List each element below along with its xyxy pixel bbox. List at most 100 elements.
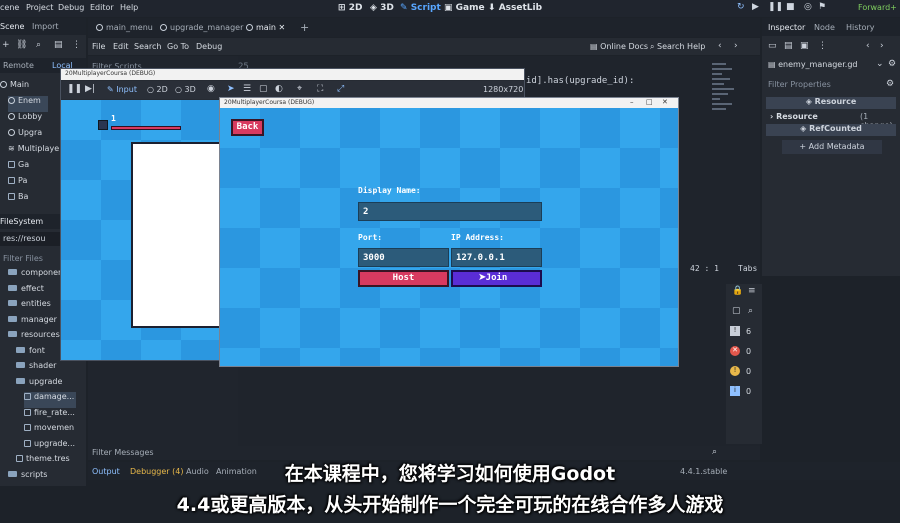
filter-files-input[interactable]: Filter Files [0, 252, 62, 266]
tab-node[interactable]: Node [814, 23, 835, 32]
filter-icon[interactable]: ▤ [54, 40, 63, 50]
lock-icon[interactable]: 🔒 [732, 286, 743, 296]
mode-game[interactable]: ▣ Game [444, 3, 485, 13]
input-button[interactable]: ✎ Input [107, 85, 137, 94]
list-icon[interactable]: ☰ [243, 84, 251, 94]
inspector-file[interactable]: ▤ enemy_manager.gd [768, 60, 857, 69]
nav-forward-icon[interactable]: › [880, 41, 884, 51]
port-input[interactable]: 3000 [358, 248, 449, 267]
filter-icon[interactable]: ⚙ [886, 79, 894, 89]
menu-debug[interactable]: Debug [58, 3, 84, 12]
speaker-icon[interactable]: ◐ [275, 84, 283, 94]
top-menu-bar: cene Project Debug Editor Help ⊞ 2D ◈ 3D… [0, 0, 900, 17]
menu-editor[interactable]: Editor [90, 3, 114, 12]
close-icon[interactable]: ✕ [279, 23, 286, 32]
zoom-icon[interactable]: ⌖ [297, 84, 302, 94]
select-icon[interactable]: ➤ [227, 84, 235, 94]
script-menu-search[interactable]: Search [134, 42, 161, 51]
remote-button[interactable]: Remote [3, 61, 34, 70]
maximize-icon[interactable]: □ [646, 98, 653, 106]
stop-icon[interactable]: ■ [786, 2, 795, 12]
resource-row[interactable]: › Resource [770, 112, 818, 121]
script-menu-bar: File Edit Search Go To Debug ▤ Online Do… [88, 38, 760, 55]
filesystem-item[interactable]: damage... [24, 392, 76, 408]
tree-item-enemy[interactable]: Enem [8, 96, 48, 112]
close-icon[interactable]: ✕ [662, 98, 668, 106]
tab-import[interactable]: Import [32, 22, 59, 31]
step-icon[interactable]: ▶| [85, 84, 95, 94]
movie-icon[interactable]: ⚑ [818, 2, 826, 12]
tab-scene[interactable]: Scene [0, 22, 24, 31]
mode-2d[interactable]: ⊞ 2D [338, 3, 362, 13]
link-icon[interactable]: ⛓ [16, 40, 27, 50]
script-menu-goto[interactable]: Go To [167, 42, 189, 51]
search-help-button[interactable]: ⌕ Search Help [650, 42, 705, 52]
minimize-icon[interactable]: – [630, 98, 634, 106]
info-icon[interactable]: i [730, 386, 740, 396]
tab-main-menu[interactable]: main_menu [96, 23, 153, 32]
menu-dots-icon[interactable]: ⋮ [72, 40, 81, 50]
debugger-side: 🔒 ≡ ▢ ⌕ ! 6 ✕ 0 ! 0 i 0 [726, 284, 762, 444]
remote-debug-icon[interactable]: ◎ [804, 2, 812, 12]
join-button[interactable]: Join [451, 270, 542, 287]
info-icon[interactable]: ! [730, 326, 740, 336]
display-name-input[interactable]: 2 [358, 202, 542, 221]
filter-messages-input[interactable]: Filter Messages [92, 448, 154, 457]
frame-icon[interactable]: ⛶ [317, 84, 323, 94]
add-metadata-button[interactable]: + Add Metadata [782, 140, 882, 154]
tab-main[interactable]: main ✕ [246, 23, 285, 32]
save-icon[interactable]: ▣ [800, 41, 809, 51]
back-button[interactable]: Back [231, 119, 264, 136]
filter-properties-input[interactable]: Filter Properties [768, 80, 831, 89]
menu-project[interactable]: Project [26, 3, 53, 12]
node-icon [8, 113, 15, 120]
warning-icon[interactable]: ! [730, 366, 740, 376]
script-menu-debug[interactable]: Debug [196, 42, 222, 51]
filter-icon[interactable]: ≡ [748, 286, 756, 296]
add-tab-icon[interactable]: + [300, 21, 309, 34]
pause-icon[interactable]: ❚❚ [768, 2, 783, 12]
nav-back-icon[interactable]: ‹ [866, 41, 870, 51]
play-icon[interactable]: ▶ [752, 2, 759, 12]
more-icon[interactable]: ⋮ [818, 41, 827, 51]
filesystem-item-label: effect [21, 283, 44, 293]
nav-forward-icon[interactable]: › [734, 41, 738, 51]
tab-history[interactable]: History [846, 23, 874, 32]
add-node-icon[interactable]: + [2, 40, 10, 50]
script-menu-file[interactable]: File [92, 42, 105, 51]
camera-icon[interactable]: ▢ [259, 84, 268, 94]
tab-upgrade-manager[interactable]: upgrade_manager [160, 23, 243, 32]
mode-3d[interactable]: ◈ 3D [370, 3, 394, 13]
mode-script[interactable]: ✎ Script [400, 3, 441, 13]
ip-address-input[interactable]: 127.0.0.1 [451, 248, 542, 267]
fit-icon[interactable]: ⤢ [337, 84, 344, 94]
pause-icon[interactable]: ❚❚ [67, 84, 82, 94]
3d-button[interactable]: ○ 3D [175, 85, 196, 94]
error-icon[interactable]: ✕ [730, 346, 740, 356]
2d-button[interactable]: ○ 2D [147, 85, 168, 94]
online-docs-button[interactable]: ▤ Online Docs [590, 42, 648, 51]
host-button[interactable]: Host [358, 270, 449, 287]
open-icon[interactable]: ▤ [784, 41, 793, 51]
code-minimap[interactable] [712, 60, 740, 230]
tab-inspector[interactable]: Inspector [768, 23, 805, 32]
copy-icon[interactable]: ▢ [732, 306, 741, 316]
path-field[interactable]: res://resou [0, 232, 62, 246]
indent-mode[interactable]: Tabs [738, 264, 757, 273]
search-icon[interactable]: ⌕ [748, 306, 753, 316]
menu-scene[interactable]: cene [0, 3, 19, 12]
menu-help[interactable]: Help [120, 3, 138, 12]
scene-icon [160, 24, 167, 31]
eye-icon[interactable]: ◉ [207, 84, 215, 94]
search-icon[interactable]: ⌕ [712, 447, 717, 457]
mode-assetlib[interactable]: ⬇ AssetLib [488, 3, 542, 13]
new-resource-icon[interactable]: ▭ [768, 41, 777, 51]
renderer-label[interactable]: Forward+ [858, 3, 897, 12]
nav-back-icon[interactable]: ‹ [718, 41, 722, 51]
script-menu-edit[interactable]: Edit [113, 42, 129, 51]
settings-icon[interactable]: ⚙ [888, 59, 896, 69]
search-icon[interactable]: ⌕ [36, 40, 41, 50]
refresh-icon[interactable]: ↻ [737, 2, 745, 12]
chevron-down-icon[interactable]: ⌄ [876, 59, 884, 69]
folder-icon [8, 269, 17, 275]
